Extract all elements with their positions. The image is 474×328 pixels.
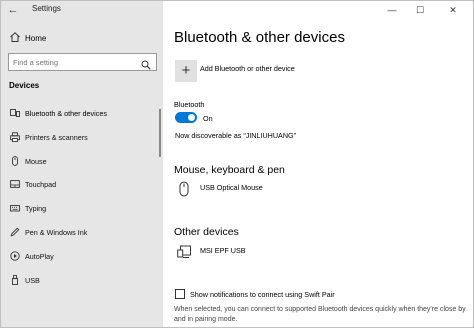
- title-bar: ← Settings — ☐ ✕: [1, 1, 473, 19]
- sidebar-nav: Bluetooth & other devices Printers & sca…: [1, 101, 163, 291]
- swift-pair-checkbox-label[interactable]: Show notifications to connect using Swif…: [190, 290, 335, 299]
- window-title: Settings: [32, 4, 61, 13]
- sidebar: Home Devices Bluetooth & other devices P…: [1, 19, 163, 327]
- sidebar-item-label: Touchpad: [25, 180, 57, 190]
- toggle-knob: [188, 114, 195, 121]
- sidebar-item-bluetooth[interactable]: Bluetooth & other devices: [1, 101, 163, 125]
- sidebar-item-autoplay[interactable]: AutoPlay: [1, 244, 163, 268]
- sidebar-item-printers[interactable]: Printers & scanners: [1, 125, 163, 149]
- sidebar-item-usb[interactable]: USB: [1, 268, 163, 292]
- swift-pair-checkbox[interactable]: [175, 289, 185, 299]
- sidebar-item-label: AutoPlay: [25, 251, 54, 261]
- bluetooth-label: Bluetooth: [174, 100, 205, 109]
- touchpad-icon: [10, 179, 20, 189]
- bluetooth-toggle-state: On: [203, 114, 213, 123]
- autoplay-icon: [10, 251, 20, 261]
- mouse-icon: [177, 181, 191, 197]
- sidebar-item-pen[interactable]: Pen & Windows Ink: [1, 220, 163, 244]
- page-title: Bluetooth & other devices: [174, 29, 345, 46]
- sidebar-item-label: Printers & scanners: [25, 132, 88, 142]
- sidebar-item-label: USB: [25, 275, 40, 285]
- sidebar-item-touchpad[interactable]: Touchpad: [1, 172, 163, 196]
- device-usb-optical-mouse[interactable]: USB Optical Mouse: [200, 183, 263, 192]
- add-device-label[interactable]: Add Bluetooth or other device: [200, 64, 295, 73]
- add-device-button[interactable]: +: [175, 60, 197, 82]
- sidebar-scrollbar[interactable]: [159, 109, 161, 157]
- usb-icon: [10, 274, 20, 285]
- mouse-icon: [10, 155, 20, 166]
- minimize-button[interactable]: —: [378, 1, 406, 19]
- keyboard-icon: [10, 203, 20, 213]
- bluetooth-toggle[interactable]: [175, 112, 197, 123]
- sidebar-item-label: Bluetooth & other devices: [25, 109, 107, 118]
- sidebar-item-mouse[interactable]: Mouse: [1, 149, 163, 173]
- discoverable-text: Now discoverable as “JINLIUHUANG”: [175, 131, 297, 140]
- title-bar-left: ← Settings: [1, 1, 163, 19]
- search-icon[interactable]: [141, 57, 151, 70]
- search-box[interactable]: [8, 53, 157, 71]
- sidebar-item-label: Typing: [25, 204, 47, 214]
- main-content: Bluetooth & other devices + Add Bluetoot…: [163, 19, 473, 327]
- pen-icon: [10, 227, 20, 237]
- home-label: Home: [25, 34, 47, 43]
- bluetooth-devices-icon: [10, 108, 20, 118]
- home-nav-item[interactable]: Home: [1, 27, 163, 49]
- back-arrow-icon[interactable]: ←: [5, 2, 21, 18]
- close-button[interactable]: ✕: [439, 1, 467, 19]
- swift-pair-description: When selected, you can connect to suppor…: [174, 306, 466, 323]
- printer-icon: [10, 132, 20, 142]
- home-icon: [9, 31, 21, 43]
- section-title-devices: Devices: [9, 81, 40, 90]
- section-title-mouse-keyboard-pen: Mouse, keyboard & pen: [174, 164, 285, 176]
- settings-window: ← Settings — ☐ ✕ Home Devices Bluet: [0, 0, 474, 328]
- sidebar-item-label: Pen & Windows Ink: [25, 227, 88, 237]
- section-title-other-devices: Other devices: [174, 226, 239, 238]
- sidebar-item-label: Mouse: [25, 156, 47, 166]
- device-msi-epf-usb[interactable]: MSI EPF USB: [200, 246, 246, 255]
- search-input[interactable]: [13, 57, 133, 68]
- plus-icon: +: [181, 62, 191, 79]
- maximize-button[interactable]: ☐: [406, 1, 434, 19]
- device-icon: [177, 245, 191, 261]
- sidebar-item-typing[interactable]: Typing: [1, 196, 163, 220]
